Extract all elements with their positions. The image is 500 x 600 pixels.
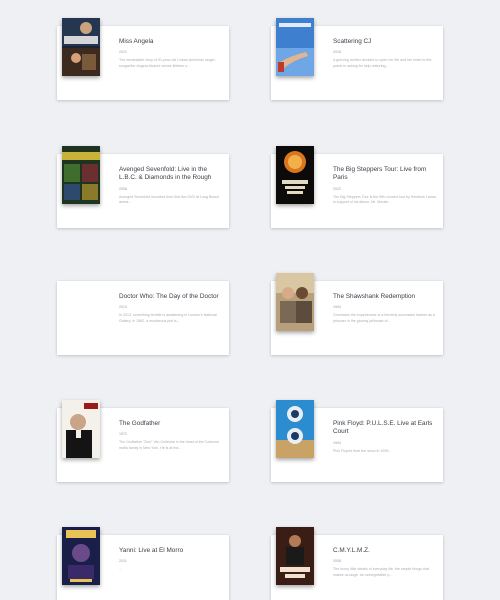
movie-info: The Big Steppers Tour: Live from Paris 2…: [333, 166, 439, 205]
movie-info: The Shawshank Redemption 1994 Chronicles…: [333, 293, 439, 324]
big-steppers-poster-icon: [276, 146, 314, 204]
movie-overview: ...: [119, 567, 122, 572]
movie-overview: The funny little details of everyday lif…: [333, 567, 429, 577]
movie-card[interactable]: C.M.Y.L.M.Z. 2008 The funny little detai…: [271, 527, 443, 600]
movie-overview: Pink Floyd's final live show in 1995...: [333, 448, 392, 453]
movie-overview: A grieving mother decides to open her li…: [333, 58, 432, 68]
godfather-poster-icon: [62, 400, 100, 458]
movie-overview: The Godfather "Don" Vito Corleone is the…: [119, 440, 220, 450]
doctor-who-poster-icon: [62, 273, 100, 331]
movie-info: The Godfather 1972 The Godfather "Don" V…: [119, 420, 225, 451]
movie-card[interactable]: The Big Steppers Tour: Live from Paris 2…: [271, 146, 443, 228]
movie-overview: Chronicles the experiences of a formerly…: [333, 313, 435, 323]
movie-info: Yanni: Live at El Morro 2011 ...: [119, 547, 225, 573]
cmylmz-poster-icon: [276, 527, 314, 585]
movie-year: 1994: [333, 440, 341, 445]
miss-angela-poster-icon: [62, 18, 100, 76]
movie-info: Pink Floyd: P.U.L.S.E. Live at Earls Cou…: [333, 420, 439, 454]
movie-grid: Miss Angela 2021 The remarkable story of…: [0, 0, 500, 600]
movie-overview: Avenged Sevenfold recorded their first l…: [119, 194, 220, 204]
movie-info: Scattering CJ 2016 A grieving mother dec…: [333, 38, 439, 69]
movie-card[interactable]: Miss Angela 2021 The remarkable story of…: [57, 18, 229, 100]
movie-year: 2008: [119, 186, 127, 191]
scattering-cj-poster-icon: [276, 18, 314, 76]
movie-year: 1994: [333, 305, 341, 310]
movie-title: Doctor Who: The Day of the Doctor: [119, 293, 219, 300]
shawshank-poster-icon: [276, 273, 314, 331]
movie-year: 2013: [119, 305, 127, 310]
movie-year: 2011: [119, 559, 127, 564]
movie-year: 2016: [333, 50, 341, 55]
yanni-poster-icon: [62, 527, 100, 585]
movie-card[interactable]: Pink Floyd: P.U.L.S.E. Live at Earls Cou…: [271, 400, 443, 482]
movie-overview: The remarkable story of 91-year-old Cuba…: [119, 58, 217, 68]
movie-year: 2022: [333, 186, 341, 191]
movie-card[interactable]: The Shawshank Redemption 1994 Chronicles…: [271, 273, 443, 355]
movie-title: Avenged Sevenfold: Live in the L.B.C. & …: [119, 166, 212, 182]
movie-card[interactable]: Yanni: Live at El Morro 2011 ...: [57, 527, 229, 600]
movie-info: Doctor Who: The Day of the Doctor 2013 I…: [119, 293, 225, 324]
movie-title: Miss Angela: [119, 38, 154, 45]
movie-title: C.M.Y.L.M.Z.: [333, 547, 370, 554]
movie-title: The Big Steppers Tour: Live from Paris: [333, 166, 427, 182]
movie-title: Yanni: Live at El Morro: [119, 547, 184, 554]
movie-title: Pink Floyd: P.U.L.S.E. Live at Earls Cou…: [333, 420, 433, 436]
movie-year: 1972: [119, 432, 127, 437]
movie-year: 2021: [119, 50, 127, 55]
movie-card[interactable]: The Godfather 1972 The Godfather "Don" V…: [57, 400, 229, 482]
movie-overview: The Big Steppers Tour is the fifth conce…: [333, 194, 437, 204]
movie-year: 2008: [333, 559, 341, 564]
avenged-sevenfold-poster-icon: [62, 146, 100, 204]
movie-card[interactable]: Avenged Sevenfold: Live in the L.B.C. & …: [57, 146, 229, 228]
movie-title: The Shawshank Redemption: [333, 293, 416, 300]
movie-card[interactable]: Doctor Who: The Day of the Doctor 2013 I…: [57, 281, 229, 355]
movie-card[interactable]: Scattering CJ 2016 A grieving mother dec…: [271, 18, 443, 100]
movie-info: Miss Angela 2021 The remarkable story of…: [119, 38, 225, 69]
movie-overview: In 2013, something terrible is awakening…: [119, 313, 217, 323]
movie-title: The Godfather: [119, 420, 161, 427]
movie-info: Avenged Sevenfold: Live in the L.B.C. & …: [119, 166, 225, 205]
pink-floyd-poster-icon: [276, 400, 314, 458]
movie-info: C.M.Y.L.M.Z. 2008 The funny little detai…: [333, 547, 439, 578]
movie-title: Scattering CJ: [333, 38, 372, 45]
